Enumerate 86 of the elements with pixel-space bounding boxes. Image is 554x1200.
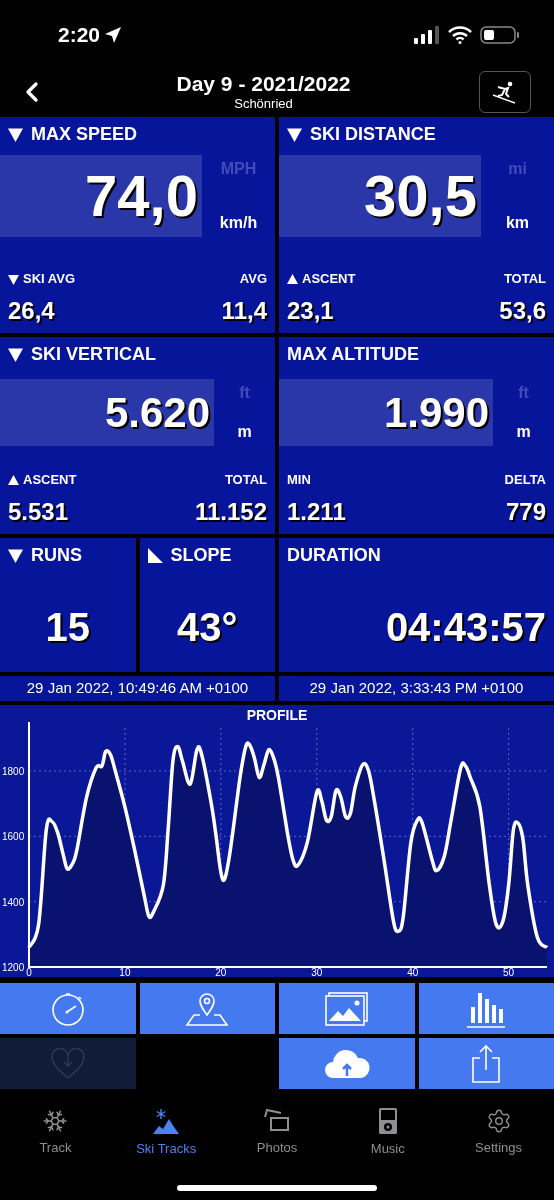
sub-label: TOTAL [503, 271, 546, 287]
stat-value: 1.990 [383, 391, 489, 434]
action-button[interactable] [0, 983, 136, 1034]
down-triangle-icon [8, 273, 19, 285]
cloud-upload-icon [322, 1047, 371, 1080]
skier-icon [492, 79, 518, 104]
y-tick-label: 1400 [2, 896, 25, 908]
location-arrow-icon [104, 26, 123, 44]
x-tick-label: 20 [215, 967, 227, 977]
wifi-icon [448, 26, 472, 44]
tile-title: SKI DISTANCE [310, 123, 436, 145]
page-title: Day 9 - 2021/2022 [176, 71, 351, 96]
page-subtitle: Schönried [234, 95, 293, 112]
tab-bar-item[interactable]: Track [0, 1103, 111, 1161]
sub-label: AVG [239, 271, 267, 287]
mountain-snowflake-icon [152, 1107, 181, 1135]
x-tick-label: 10 [119, 967, 131, 977]
sub-label: ASCENT [302, 271, 356, 287]
sub-label: SKI AVG [23, 271, 75, 287]
status-time: 2:20 [58, 22, 101, 49]
tile-title: SLOPE [170, 544, 232, 566]
music-player-icon [377, 1107, 398, 1135]
tab-bar-item[interactable]: Music [332, 1103, 444, 1161]
down-triangle-icon [8, 346, 23, 362]
tile-title: RUNS [31, 544, 82, 566]
stat-value: 74,0 [85, 167, 198, 225]
stopwatch-icon [49, 990, 86, 1027]
action-button[interactable] [139, 983, 275, 1034]
stat-value: 15 [45, 607, 90, 647]
stat-value: 30,5 [364, 167, 477, 225]
slope-icon [147, 547, 163, 563]
tab-bar-item[interactable]: Photos [221, 1103, 333, 1161]
end-time: 29 Jan 2022, 3:33:43 PM +0100 [279, 676, 554, 701]
chart-title: PROFILE [246, 707, 308, 723]
action-button[interactable] [418, 983, 554, 1034]
sub-value: 779 [505, 498, 546, 526]
sub-value: 26,4 [8, 297, 55, 325]
up-triangle-icon [8, 474, 19, 486]
sub-value: 5.531 [8, 498, 69, 526]
action-button[interactable] [279, 1038, 415, 1089]
snowflake-icon [42, 1108, 69, 1134]
sub-value: 53,6 [499, 297, 546, 325]
sub-value: 23,1 [287, 297, 334, 325]
map-pin-icon [184, 990, 231, 1027]
settings-icon [485, 1108, 512, 1134]
y-tick-label: 1800 [2, 766, 25, 777]
stat-value: 04:43:57 [385, 607, 546, 647]
sub-value: 11,4 [221, 297, 267, 325]
down-triangle-icon [8, 126, 23, 142]
x-tick-label: 40 [407, 967, 419, 977]
action-button[interactable] [418, 1038, 554, 1089]
skier-button[interactable] [479, 70, 531, 113]
tile-title: DURATION [286, 544, 382, 566]
x-tick-label: 50 [503, 967, 515, 977]
y-tick-label: 1200 [2, 962, 25, 973]
sub-label: ASCENT [23, 472, 77, 488]
stat-value: 43° [177, 607, 238, 647]
photos-icon [263, 1108, 291, 1134]
up-triangle-icon [287, 273, 298, 285]
y-tick-label: 1600 [2, 831, 25, 843]
signal-icon [414, 26, 440, 44]
sub-value: 11.152 [194, 498, 267, 526]
action-button[interactable] [279, 983, 415, 1034]
tile-title: SKI VERTICAL [31, 343, 156, 365]
battery-icon [480, 25, 520, 45]
tile-title: MAX SPEED [31, 123, 138, 145]
sub-label: MIN [287, 472, 311, 488]
sub-value: 1.211 [287, 498, 346, 526]
start-time: 29 Jan 2022, 10:49:46 AM +0100 [0, 676, 275, 701]
x-tick-label: 0 [26, 967, 32, 977]
photos-icon [323, 990, 370, 1027]
tile-title: MAX ALTITUDE [287, 343, 419, 365]
unit-toggle[interactable]: km/h [219, 213, 258, 233]
down-triangle-icon [287, 126, 302, 142]
tab-bar-item[interactable]: Settings [443, 1103, 554, 1161]
tab-bar-item[interactable]: Ski Tracks [110, 1103, 222, 1161]
heart-icon [49, 1047, 86, 1080]
stat-value: 5.620 [104, 391, 210, 434]
down-triangle-icon [8, 547, 23, 563]
sub-label: DELTA [504, 472, 546, 488]
share-icon [471, 1043, 502, 1084]
sub-label: TOTAL [224, 472, 267, 488]
x-tick-label: 30 [311, 967, 323, 977]
unit-toggle[interactable]: m [237, 422, 252, 442]
unit-toggle[interactable]: m [516, 422, 531, 442]
unit-toggle[interactable]: km [505, 213, 530, 233]
